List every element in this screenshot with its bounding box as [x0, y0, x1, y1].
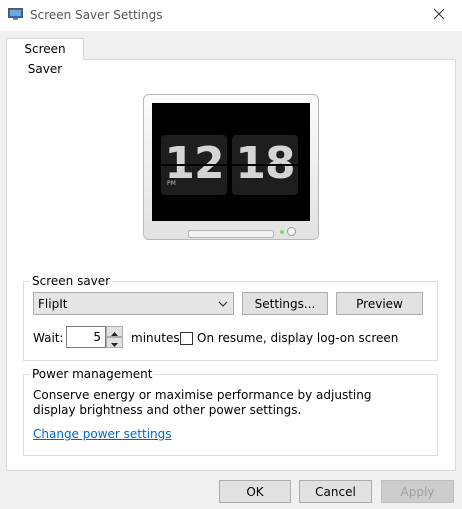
window-title: Screen Saver Settings — [30, 8, 163, 22]
change-power-settings-link[interactable]: Change power settings — [33, 427, 172, 441]
chevron-down-icon — [218, 298, 228, 308]
power-led-icon — [280, 230, 284, 234]
hour-flip-card: 12 PM — [161, 135, 227, 195]
preview-screen: 12 PM 18 — [152, 103, 310, 221]
monitor-slot — [188, 230, 274, 238]
monitor-settings-icon — [8, 8, 23, 21]
wait-value: 5 — [93, 330, 101, 344]
apply-button[interactable]: Apply — [381, 480, 454, 503]
preview-button[interactable]: Preview — [336, 292, 423, 315]
minutes-label: minutes — [131, 331, 180, 345]
minute-digits: 18 — [235, 138, 295, 189]
cancel-button[interactable]: Cancel — [299, 480, 372, 503]
screen-saver-value: FlipIt — [38, 297, 68, 311]
wait-decrement-button[interactable] — [106, 337, 123, 348]
minute-flip-card: 18 — [232, 135, 298, 195]
settings-button[interactable]: Settings... — [242, 292, 328, 315]
resume-logon-label[interactable]: On resume, display log-on screen — [197, 331, 398, 345]
chevron-down-icon — [111, 336, 118, 350]
wait-label: Wait: — [33, 331, 64, 345]
screen-saver-select[interactable]: FlipIt — [33, 292, 234, 315]
power-description: Conserve energy or maximise performance … — [33, 388, 372, 417]
close-icon — [433, 8, 445, 23]
screen-saver-legend: Screen saver — [30, 274, 113, 288]
ok-button[interactable]: OK — [219, 480, 291, 503]
close-button[interactable] — [416, 0, 462, 31]
tab-screen-saver[interactable]: Screen Saver — [6, 38, 84, 76]
power-button-icon — [287, 227, 296, 236]
wait-minutes-input[interactable]: 5 — [66, 326, 106, 348]
resume-logon-checkbox[interactable] — [180, 332, 193, 345]
monitor-preview: 12 PM 18 — [143, 94, 319, 240]
tab-label: Screen Saver — [24, 42, 66, 76]
ampm-label: PM — [167, 180, 176, 187]
title-bar: Screen Saver Settings — [0, 0, 462, 31]
power-management-legend: Power management — [30, 367, 155, 381]
